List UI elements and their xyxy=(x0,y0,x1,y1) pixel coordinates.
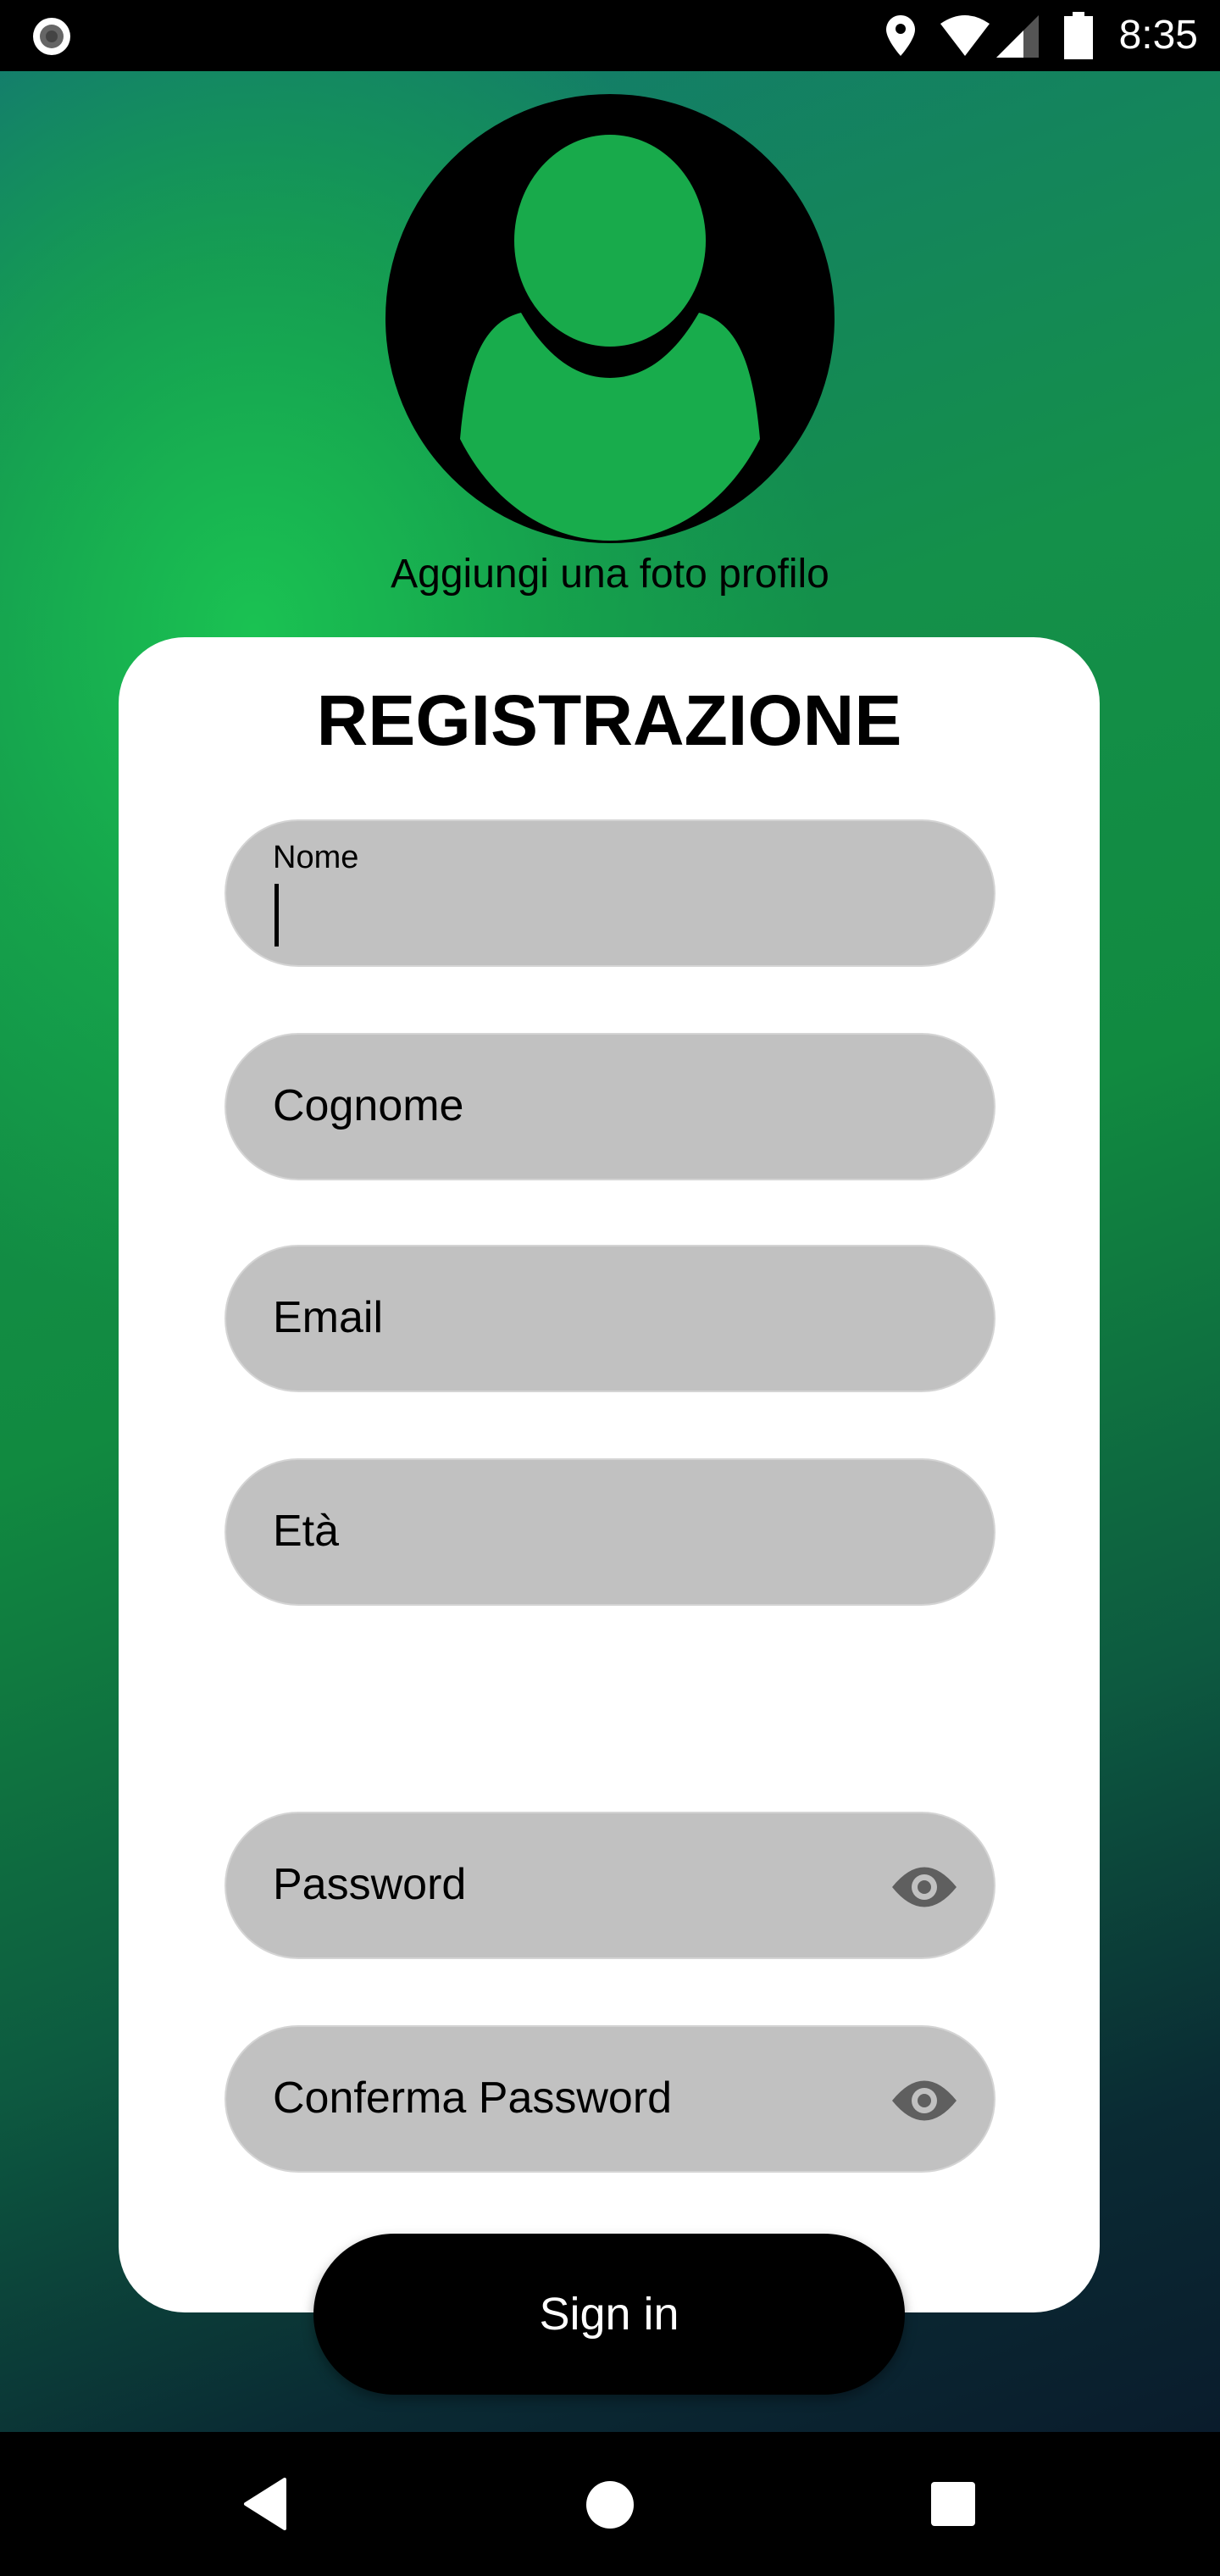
battery-icon xyxy=(1064,12,1093,59)
profile-photo-button[interactable] xyxy=(385,94,835,543)
last-name-input[interactable]: Cognome xyxy=(225,1033,995,1180)
recents-icon[interactable] xyxy=(930,2481,976,2527)
signal-icon xyxy=(996,15,1039,58)
age-input[interactable]: Età xyxy=(225,1458,995,1606)
back-icon[interactable] xyxy=(242,2478,290,2530)
confirm-password-input[interactable]: Conferma Password xyxy=(225,2025,995,2173)
password-input[interactable]: Password xyxy=(225,1812,995,1959)
eye-icon[interactable] xyxy=(890,2078,958,2124)
first-name-label: Nome xyxy=(273,840,359,875)
text-cursor xyxy=(274,884,279,947)
navigation-bar xyxy=(0,2432,1220,2576)
record-icon xyxy=(33,18,70,55)
status-time: 8:35 xyxy=(1118,13,1198,58)
form-title: REGISTRAZIONE xyxy=(316,680,902,760)
location-icon xyxy=(886,15,915,56)
first-name-input[interactable]: Nome xyxy=(225,819,995,967)
wifi-icon xyxy=(940,15,990,56)
age-placeholder: Età xyxy=(273,1507,340,1556)
add-photo-label[interactable]: Aggiungi una foto profilo xyxy=(0,551,1220,597)
confirm-password-placeholder: Conferma Password xyxy=(273,2074,673,2123)
email-input[interactable]: Email xyxy=(225,1245,995,1392)
last-name-placeholder: Cognome xyxy=(273,1081,464,1130)
email-placeholder: Email xyxy=(273,1293,384,1342)
home-icon[interactable] xyxy=(585,2479,635,2530)
sign-in-button[interactable]: Sign in xyxy=(313,2234,905,2395)
password-placeholder: Password xyxy=(273,1860,467,1909)
eye-icon[interactable] xyxy=(890,1864,958,1910)
status-bar: 8:35 xyxy=(0,0,1220,71)
registration-card: REGISTRAZIONE Nome Cognome Email Età Pas… xyxy=(119,637,1100,2312)
